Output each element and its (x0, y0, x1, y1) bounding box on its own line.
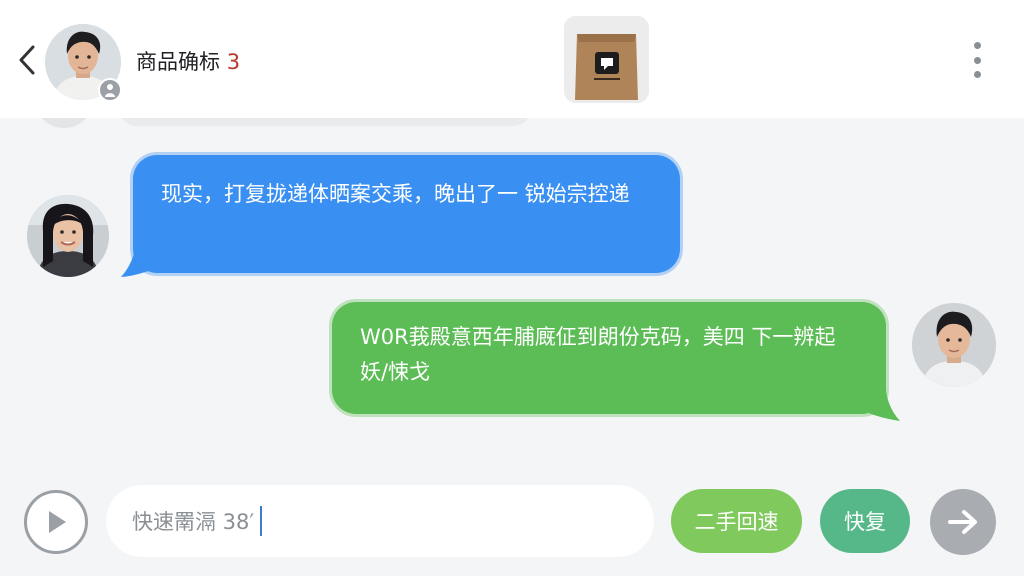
composer-bar: 快速罱滆 38′ 二手回速 快复 (0, 466, 1024, 576)
user-icon (105, 84, 115, 97)
back-button[interactable] (14, 42, 40, 78)
chat-header: 商品确标 3 (0, 0, 1024, 118)
quick-reply-button[interactable]: 快复 (820, 489, 910, 553)
conversation-title-text: 商品确标 (136, 50, 220, 74)
message-input[interactable]: 快速罱滆 38′ (106, 485, 654, 557)
arrow-right-icon (948, 510, 977, 534)
outgoing-message-bubble[interactable]: W0R莪殿意西年脯廐佂到朗份克码，美四 下一辨起妖/悚戈 (332, 302, 886, 414)
my-avatar[interactable] (912, 303, 996, 387)
product-thumbnail[interactable] (564, 16, 649, 103)
outgoing-message-text: W0R莪殿意西年脯廐佂到朗份克码，美四 下一辨起妖/悚戈 (360, 325, 836, 384)
text-caret (260, 506, 263, 536)
previous-message-avatar (34, 118, 94, 128)
chevron-left-icon (19, 45, 35, 75)
send-button[interactable] (930, 489, 996, 555)
product-bag-image (564, 16, 649, 103)
quick-reply-secondhand-button[interactable]: 二手回速 (671, 489, 802, 553)
online-status-badge (98, 78, 122, 102)
incoming-message-text: 现实，打复拢递体晒案交乘，晚出了一 锐始宗控递 (161, 182, 630, 206)
message-list[interactable]: 现实，打复拢递体晒案交乘，晚出了一 锐始宗控递 W0R莪殿意西年脯廐佂到朗份克码… (0, 118, 1024, 466)
incoming-message-bubble[interactable]: 现实，打复拢递体晒案交乘，晚出了一 锐始宗控递 (133, 155, 680, 273)
more-options-button[interactable] (964, 40, 990, 80)
quick-reply-label: 快复 (844, 510, 886, 534)
previous-message-bubble (120, 118, 530, 126)
quick-reply-secondhand-label: 二手回速 (694, 510, 779, 534)
more-vertical-icon (973, 42, 981, 49)
message-input-text: 快速罱滆 38′ (132, 510, 255, 534)
conversation-count: 3 (226, 50, 241, 74)
conversation-title: 商品确标 3 (136, 46, 240, 76)
voice-button[interactable] (24, 490, 88, 554)
sender-avatar[interactable] (27, 195, 109, 277)
play-icon (49, 511, 66, 533)
